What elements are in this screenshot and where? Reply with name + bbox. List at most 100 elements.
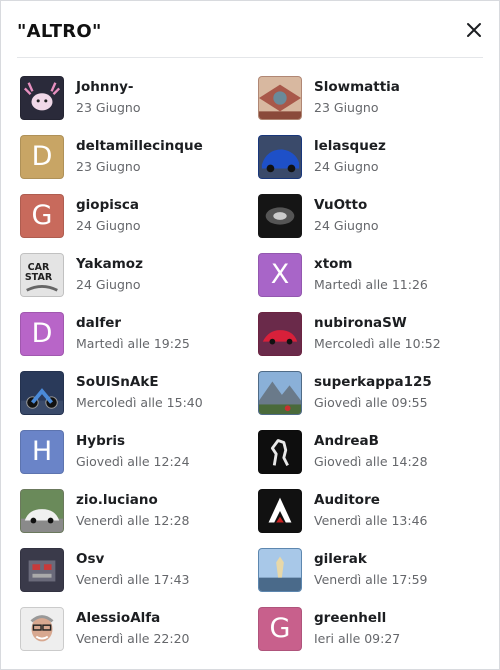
user-name[interactable]: superkappa125: [314, 373, 432, 391]
avatar-letter: D: [31, 318, 53, 349]
user-info: nubironaSW Mercoledì alle 10:52: [314, 312, 441, 353]
timestamp: Giovedì alle 09:55: [314, 395, 428, 410]
avatar-statue-photo[interactable]: [258, 548, 302, 592]
avatar[interactable]: G: [20, 194, 64, 238]
avatar-letter: H: [31, 436, 53, 467]
avatar-blue-car-photo[interactable]: [258, 135, 302, 179]
list-item[interactable]: AlessioAlfa Venerdì alle 22:20: [20, 607, 258, 666]
close-icon[interactable]: [465, 21, 483, 39]
user-info: zio.luciano Venerdì alle 12:28: [76, 489, 189, 530]
timestamp: 23 Giugno: [314, 100, 379, 115]
user-name[interactable]: AlessioAlfa: [76, 609, 189, 627]
user-name[interactable]: greenhell: [314, 609, 400, 627]
user-name[interactable]: SoUlSnAkE: [76, 373, 203, 391]
user-info: dalfer Martedì alle 19:25: [76, 312, 190, 353]
user-info: Auditore Venerdì alle 13:46: [314, 489, 427, 530]
user-info: AlessioAlfa Venerdì alle 22:20: [76, 607, 189, 648]
list-item[interactable]: VuOtto 24 Giugno: [258, 194, 490, 253]
avatar-white-car-photo[interactable]: [20, 489, 64, 533]
timestamp: Mercoledì alle 15:40: [76, 395, 203, 410]
list-item[interactable]: Slowmattia 23 Giugno: [258, 76, 490, 135]
list-item[interactable]: lelasquez 24 Giugno: [258, 135, 490, 194]
user-name[interactable]: lelasquez: [314, 137, 386, 155]
avatar-grille-photo[interactable]: [258, 194, 302, 238]
timestamp: Mercoledì alle 10:52: [314, 336, 441, 351]
avatar-portrait-photo[interactable]: [20, 607, 64, 651]
avatar-horse-logo[interactable]: [258, 430, 302, 474]
timestamp: Venerdì alle 22:20: [76, 631, 190, 646]
user-info: Hybris Giovedì alle 12:24: [76, 430, 190, 471]
user-name[interactable]: VuOtto: [314, 196, 378, 214]
user-name[interactable]: zio.luciano: [76, 491, 189, 509]
timestamp: Martedì alle 11:26: [314, 277, 428, 292]
timestamp: Martedì alle 19:25: [76, 336, 190, 351]
user-name[interactable]: Yakamoz: [76, 255, 143, 273]
avatar[interactable]: D: [20, 312, 64, 356]
avatar-letter: G: [31, 200, 53, 231]
timestamp: 24 Giugno: [76, 218, 141, 233]
avatar[interactable]: G: [258, 607, 302, 651]
user-name[interactable]: Auditore: [314, 491, 427, 509]
timestamp: Giovedì alle 14:28: [314, 454, 428, 469]
list-item[interactable]: superkappa125 Giovedì alle 09:55: [258, 371, 490, 430]
user-info: lelasquez 24 Giugno: [314, 135, 386, 176]
user-info: AndreaB Giovedì alle 14:28: [314, 430, 428, 471]
user-info: gilerak Venerdì alle 17:59: [314, 548, 427, 589]
user-info: xtom Martedì alle 11:26: [314, 253, 428, 294]
user-name[interactable]: gilerak: [314, 550, 427, 568]
user-name[interactable]: deltamillecinque: [76, 137, 203, 155]
user-name[interactable]: giopisca: [76, 196, 140, 214]
list-item[interactable]: Osv Venerdì alle 17:43: [20, 548, 258, 607]
avatar-letter: D: [31, 141, 53, 172]
list-item[interactable]: H Hybris Giovedì alle 12:24: [20, 430, 258, 489]
list-item[interactable]: Ddalfer Martedì alle 19:25: [20, 312, 258, 371]
user-info: superkappa125 Giovedì alle 09:55: [314, 371, 432, 412]
avatar-car-star-photo[interactable]: CAR STAR: [20, 253, 64, 297]
user-name[interactable]: xtom: [314, 255, 428, 273]
avatar-red-car-photo[interactable]: [258, 312, 302, 356]
svg-text:STAR: STAR: [25, 272, 53, 283]
list-item[interactable]: Auditore Venerdì alle 13:46: [258, 489, 490, 548]
user-name[interactable]: Slowmattia: [314, 78, 400, 96]
user-name[interactable]: AndreaB: [314, 432, 428, 450]
list-item[interactable]: gilerak Venerdì alle 17:59: [258, 548, 490, 607]
user-name[interactable]: nubironaSW: [314, 314, 441, 332]
list-item[interactable]: Ggreenhell Ieri alle 09:27: [258, 607, 490, 666]
avatar-assassin-logo[interactable]: [258, 489, 302, 533]
user-name[interactable]: Johnny-: [76, 78, 140, 96]
timestamp: 24 Giugno: [314, 218, 379, 233]
avatar-motorbike-photo[interactable]: [20, 371, 64, 415]
avatar-axolotl-photo[interactable]: [20, 76, 64, 120]
list-item[interactable]: CAR STAR Yakamoz 24 Giugno: [20, 253, 258, 312]
list-item[interactable]: SoUlSnAkE Mercoledì alle 15:40: [20, 371, 258, 430]
list-item[interactable]: Johnny- 23 Giugno: [20, 76, 258, 135]
list-item[interactable]: nubironaSW Mercoledì alle 10:52: [258, 312, 490, 371]
user-info: greenhell Ieri alle 09:27: [314, 607, 400, 648]
timestamp: Venerdì alle 12:28: [76, 513, 190, 528]
list-item[interactable]: AndreaB Giovedì alle 14:28: [258, 430, 490, 489]
user-list: Johnny- 23 Giugno Slowmattia 23 Giugno Ddelt…: [20, 76, 490, 666]
list-item[interactable]: Ggiopisca 24 Giugno: [20, 194, 258, 253]
user-info: giopisca 24 Giugno: [76, 194, 140, 235]
avatar-letter: G: [269, 613, 291, 644]
avatar[interactable]: D: [20, 135, 64, 179]
user-name[interactable]: dalfer: [76, 314, 190, 332]
list-item[interactable]: Xxtom Martedì alle 11:26: [258, 253, 490, 312]
user-name[interactable]: Osv: [76, 550, 189, 568]
avatar[interactable]: X: [258, 253, 302, 297]
timestamp: 24 Giugno: [76, 277, 141, 292]
avatar-pattern-photo[interactable]: [258, 76, 302, 120]
user-info: deltamillecinque 23 Giugno: [76, 135, 203, 176]
dialog-header: "ALTRO": [17, 1, 483, 58]
timestamp: Venerdì alle 13:46: [314, 513, 428, 528]
timestamp: 24 Giugno: [314, 159, 379, 174]
user-info: Slowmattia 23 Giugno: [314, 76, 400, 117]
timestamp: Ieri alle 09:27: [314, 631, 401, 646]
avatar-engine-photo[interactable]: [20, 548, 64, 592]
list-item[interactable]: zio.luciano Venerdì alle 12:28: [20, 489, 258, 548]
list-item[interactable]: Ddeltamillecinque 23 Giugno: [20, 135, 258, 194]
timestamp: Venerdì alle 17:43: [76, 572, 190, 587]
user-name[interactable]: Hybris: [76, 432, 190, 450]
avatar[interactable]: H: [20, 430, 64, 474]
avatar-mountain-photo[interactable]: [258, 371, 302, 415]
